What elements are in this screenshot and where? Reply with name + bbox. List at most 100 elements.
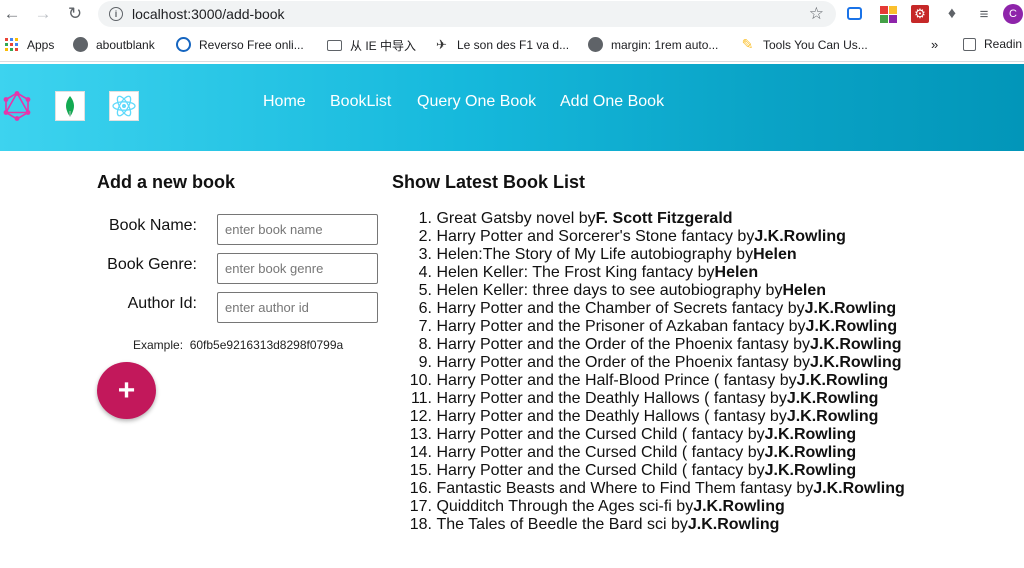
bookmark-tools[interactable]: ✎ Tools You Can Us... [740, 36, 868, 52]
list-item-number: 12. [409, 408, 432, 425]
bookmark-label: margin: 1rem auto... [611, 37, 719, 52]
book-author: J.K.Rowling [764, 462, 857, 479]
book-list-title: Show Latest Book List [392, 172, 586, 192]
puzzle-extensions-icon[interactable]: ♦ [943, 5, 961, 23]
graphql-logo-icon[interactable] [2, 91, 32, 121]
book-author: J.K.Rowling [786, 408, 879, 425]
list-item: 2. Harry Potter and Sorcerer's Stone fan… [400, 228, 1000, 246]
book-author: J.K.Rowling [687, 516, 780, 533]
bookmarks-bar: Apps aboutblank Reverso Free onli... 从 I… [0, 28, 1024, 62]
book-title-genre: Harry Potter and the Cursed Child ( fant… [436, 426, 765, 443]
list-item-number: 11. [410, 390, 432, 407]
reload-icon[interactable]: ↻ [63, 2, 87, 26]
bookmark-apps[interactable]: Apps [4, 37, 54, 52]
list-item-number: 1. [418, 210, 432, 227]
author-id-label: Author Id: [127, 295, 197, 312]
screencast-extension-icon[interactable] [847, 7, 862, 20]
forward-arrow-icon[interactable]: → [31, 2, 55, 26]
reading-list-icon[interactable]: ≡ [975, 5, 993, 23]
fighter-jet-icon: ✈ [436, 36, 447, 52]
book-genre-input[interactable] [217, 253, 378, 284]
book-name-input[interactable] [217, 214, 378, 245]
book-author: J.K.Rowling [693, 498, 785, 515]
list-item-number: 14. [409, 444, 432, 461]
app-header: Home BookList Query One Book Add One Boo… [0, 64, 1024, 151]
book-title-genre: Helen Keller: The Frost King fantacy by [436, 264, 715, 281]
color-palette-extension-icon[interactable] [879, 5, 897, 23]
add-book-button[interactable]: + [97, 362, 156, 419]
nav-booklist-link[interactable]: BookList [330, 93, 391, 111]
mongodb-logo-icon[interactable] [55, 91, 85, 121]
book-title-genre: Harry Potter and the Order of the Phoeni… [436, 354, 810, 371]
folder-icon [327, 40, 342, 51]
example-value: 60fb5e9216313d8298f0799a [189, 338, 344, 352]
list-item-number: 8. [418, 336, 432, 353]
book-author: F. Scott Fitzgerald [595, 210, 733, 227]
form-title: Add a new book [97, 172, 236, 192]
bookmark-label: Tools You Can Us... [763, 37, 868, 52]
more-bookmarks-chevron-icon[interactable]: » [931, 37, 938, 52]
bookmark-label: Readin [984, 37, 1023, 51]
list-item-number: 4. [418, 264, 432, 281]
back-arrow-icon[interactable]: ← [0, 2, 24, 26]
book-author: J.K.Rowling [813, 480, 905, 497]
book-author: Helen [714, 264, 759, 281]
bookmark-star-icon[interactable]: ☆ [809, 4, 824, 24]
site-info-icon[interactable]: i [109, 7, 123, 21]
bookmark-reverso[interactable]: Reverso Free onli... [176, 37, 304, 52]
bookmark-f1[interactable]: ✈ Le son des F1 va d... [434, 37, 569, 52]
book-title-genre: Helen Keller: three days to see autobiog… [436, 282, 783, 299]
bookmark-label: Le son des F1 va d... [457, 37, 570, 52]
bookmark-aboutblank[interactable]: aboutblank [73, 37, 155, 52]
author-id-input[interactable] [217, 292, 378, 323]
list-item: 13. Harry Potter and the Cursed Child ( … [400, 426, 1000, 444]
list-item-number: 6. [418, 300, 432, 317]
nav-home-link[interactable]: Home [263, 93, 306, 111]
list-item: 5. Helen Keller: three days to see autob… [400, 282, 1000, 300]
tools-extension-icon[interactable]: ⚙ [911, 5, 929, 23]
book-title-genre: Harry Potter and the Cursed Child ( fant… [436, 462, 765, 479]
list-item-number: 10. [409, 372, 432, 389]
list-item: 10. Harry Potter and the Half-Blood Prin… [400, 372, 1000, 390]
list-item: 18. The Tales of Beedle the Bard sci by … [400, 516, 1000, 534]
browser-toolbar: ← → ↻ i localhost:3000/add-book ☆ ⚙ ♦ ≡ … [0, 0, 1024, 28]
list-item-number: 18. [409, 516, 432, 533]
list-item: 14. Harry Potter and the Cursed Child ( … [400, 444, 1000, 462]
book-title-genre: Quidditch Through the Ages sci-fi by [436, 498, 694, 515]
list-item: 16. Fantastic Beasts and Where to Find T… [400, 480, 1000, 498]
book-title-genre: Harry Potter and the Chamber of Secrets … [436, 300, 805, 317]
book-author: J.K.Rowling [764, 426, 857, 443]
example-label: Example: [133, 338, 184, 352]
book-title-genre: Harry Potter and the Deathly Hallows ( f… [436, 408, 787, 425]
book-author: J.K.Rowling [796, 372, 889, 389]
list-item-number: 2. [418, 228, 432, 245]
book-author: J.K.Rowling [809, 354, 902, 371]
nav-add-one-book-link[interactable]: Add One Book [560, 93, 664, 111]
profile-avatar[interactable]: C [1003, 4, 1023, 24]
book-author: J.K.Rowling [786, 390, 879, 407]
book-author: J.K.Rowling [809, 336, 902, 353]
bookmark-label: 从 IE 中导入 [350, 39, 417, 53]
bookmark-margin[interactable]: margin: 1rem auto... [588, 37, 718, 52]
react-logo-icon[interactable] [109, 91, 139, 121]
book-title-genre: Harry Potter and the Prisoner of Azkaban… [436, 318, 806, 335]
nav-query-one-book-link[interactable]: Query One Book [417, 93, 536, 111]
list-item-number: 3. [418, 246, 432, 263]
pencil-icon: ✎ [741, 36, 754, 52]
list-item: 4. Helen Keller: The Frost King fantacy … [400, 264, 1000, 282]
globe-icon [588, 37, 603, 52]
example-hint: Example: 60fb5e9216313d8298f0799a [133, 338, 343, 352]
list-item-number: 16. [409, 480, 432, 497]
book-author: J.K.Rowling [804, 300, 897, 317]
book-author: J.K.Rowling [805, 318, 898, 335]
bookmark-ie-import[interactable]: 从 IE 中导入 [327, 37, 416, 54]
reading-list-icon [963, 37, 976, 51]
reverso-icon [176, 37, 191, 52]
list-item: 6. Harry Potter and the Chamber of Secre… [400, 300, 1000, 318]
bookmark-reading-list[interactable]: Readin [963, 37, 1022, 51]
book-author: Helen [753, 246, 797, 263]
list-item: 12. Harry Potter and the Deathly Hallows… [400, 408, 1000, 426]
list-item: 11. Harry Potter and the Deathly Hallows… [400, 390, 1000, 408]
address-bar[interactable]: i localhost:3000/add-book ☆ [98, 1, 836, 27]
list-item: 17. Quidditch Through the Ages sci-fi by… [400, 498, 1000, 516]
